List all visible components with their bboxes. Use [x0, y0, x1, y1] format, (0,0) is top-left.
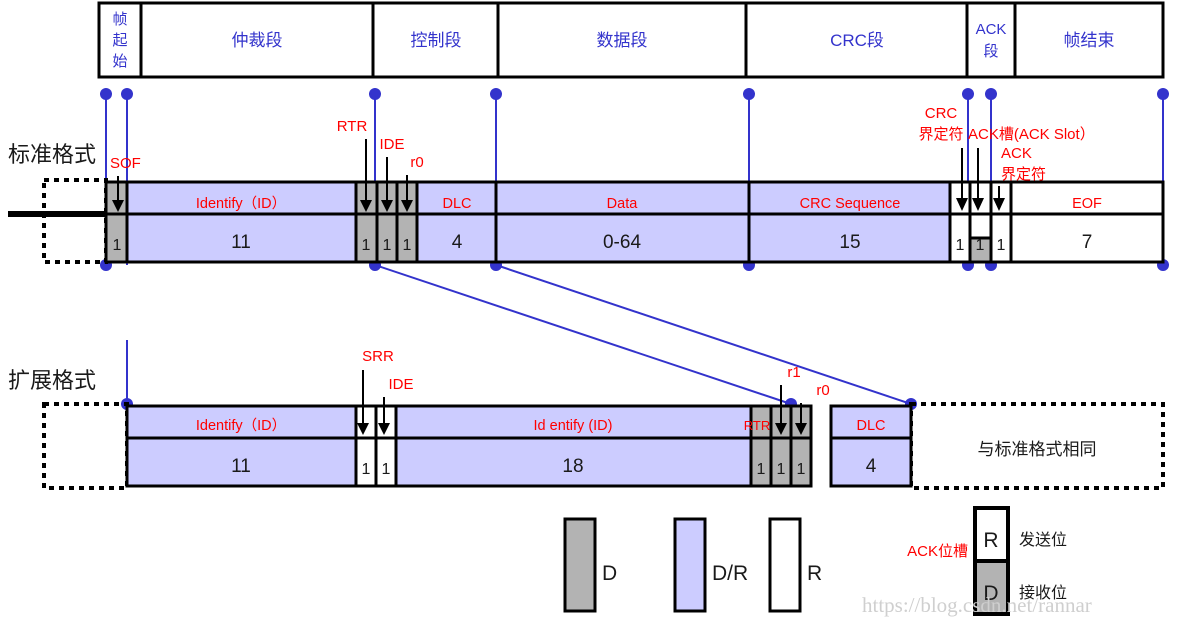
header-label-crc: CRC段: [830, 31, 884, 50]
ext-bit-count-srr: 1: [362, 461, 371, 478]
legend-bit-types: D D/R R: [563, 517, 822, 613]
extended-format-label: 扩展格式: [8, 368, 96, 393]
bit-count-ack-slot: 1: [976, 237, 985, 254]
diagonal-connector-lines: [121, 264, 917, 410]
connector-dot: [490, 88, 502, 100]
header-label-ack-line1: ACK: [976, 21, 1007, 38]
legend-swatch-dominant-recessive: [673, 517, 707, 613]
can-frame-diagram: 帧 起 始 仲裁段 控制段 数据段 CRC段 ACK 段 帧结束 标准格式 Id…: [0, 0, 1186, 624]
connector-dot: [962, 88, 974, 100]
header-label-control: 控制段: [411, 31, 462, 50]
callout-label-r0: r0: [410, 154, 423, 171]
ext-callout-label-r0: r0: [816, 382, 829, 399]
ext-field-ide-name-cell: [374, 404, 398, 440]
same-as-standard-text: 与标准格式相同: [978, 440, 1097, 459]
bit-count-r0: 1: [403, 237, 412, 254]
field-label-data: Data: [607, 196, 639, 212]
standard-format-label: 标准格式: [8, 142, 96, 167]
callout-label-crc-delim-line1: CRC: [925, 105, 958, 122]
header-label-data: 数据段: [597, 31, 648, 50]
header-label-arbitration: 仲裁段: [232, 31, 283, 50]
standard-bit-count-band: 1 11 1 1 1 4 0-64 15 1 1 1 7: [104, 212, 1165, 264]
legend-label-dominant: D: [602, 562, 617, 585]
callout-label-crc-delim-line2: 界定符: [918, 126, 963, 143]
extended-field-name-band: Identify（ID） Id entify (ID) RTR DLC: [125, 404, 913, 440]
idle-box-extended-left: [42, 402, 129, 490]
bit-count-id: 11: [231, 232, 251, 253]
ext-bit-count-r0: 1: [797, 461, 806, 478]
ext-callout-label-ide: IDE: [388, 376, 413, 393]
ext-field-label-rtr: RTR: [744, 418, 770, 433]
ext-field-label-dlc: DLC: [856, 418, 885, 434]
extended-format-row: 扩展格式 与标准格式相同 Identify（ID） Id entify (ID)…: [8, 348, 1165, 490]
legend-label-recessive: R: [807, 562, 822, 585]
bits-ack-slot-cell-top: [968, 212, 993, 240]
connector-dot: [369, 88, 381, 100]
callout-label-rtr: RTR: [337, 118, 368, 135]
bit-count-eof: 7: [1082, 232, 1093, 253]
ext-field-srr-name-cell: [354, 404, 378, 440]
callout-label-ide: IDE: [379, 136, 404, 153]
legend-ack-slot-label: ACK位槽: [907, 543, 968, 560]
ext-field-label-id18: Id entify (ID): [534, 418, 613, 434]
ext-callout-label-srr: SRR: [362, 348, 394, 365]
ext-field-label-id11: Identify（ID）: [196, 417, 286, 434]
ext-bit-count-id18: 18: [562, 456, 583, 477]
header-label-ack-line2: 段: [983, 43, 998, 60]
ext-bit-count-ide: 1: [382, 461, 391, 478]
header-label-sof-line2: 起: [112, 32, 127, 49]
ext-bit-count-rtr: 1: [757, 461, 766, 478]
segment-header-bar: 帧 起 始 仲裁段 控制段 数据段 CRC段 ACK 段 帧结束: [97, 1, 1165, 79]
ext-bit-count-id11: 11: [231, 456, 251, 477]
bit-count-crc: 15: [839, 232, 860, 253]
header-label-sof-line1: 帧: [112, 11, 127, 28]
bit-count-data: 0-64: [603, 232, 641, 253]
connector-dot: [100, 88, 112, 100]
bit-count-ack-delim: 1: [997, 237, 1006, 254]
bit-count-dlc: 4: [452, 232, 463, 253]
bit-count-crc-delim: 1: [956, 237, 965, 254]
extended-bit-count-band: 11 1 1 18 1 1 1 4: [125, 436, 913, 488]
field-label-id: Identify（ID）: [196, 195, 286, 212]
callout-label-ack-slot: ACK槽(ACK Slot）: [968, 126, 1095, 143]
bit-count-ide: 1: [383, 237, 392, 254]
field-label-dlc: DLC: [442, 196, 471, 212]
idle-box-standard-left: [42, 178, 108, 264]
legend-ack-slot-transmit-glyph: R: [983, 529, 998, 552]
legend-ack-slot-transmit-text: 发送位: [1019, 531, 1067, 549]
callout-label-ack-delim-line2: 界定符: [1001, 166, 1046, 183]
field-sof-name-cell: [104, 180, 129, 216]
callout-label-ack-delim-line1: ACK: [1001, 145, 1032, 162]
bit-count-rtr: 1: [362, 237, 371, 254]
bit-count-sof: 1: [113, 237, 122, 254]
ext-callout-label-r1: r1: [787, 364, 800, 381]
legend-label-dominant-recessive: D/R: [712, 562, 748, 585]
connector-dot: [121, 88, 133, 100]
header-label-sof-line3: 始: [112, 53, 127, 70]
legend-swatch-dominant: [563, 517, 597, 613]
callout-label-sof: SOF: [110, 155, 141, 172]
watermark-text: https://blog.csdn.net/rannar: [862, 593, 1092, 617]
diagram-canvas: 帧 起 始 仲裁段 控制段 数据段 CRC段 ACK 段 帧结束 标准格式 Id…: [8, 1, 1169, 617]
connector-dot: [1157, 88, 1169, 100]
header-cell-ack: [965, 1, 1017, 79]
connector-dot: [985, 88, 997, 100]
ext-bit-count-dlc: 4: [866, 456, 877, 477]
ext-bit-count-r1: 1: [777, 461, 786, 478]
connector-dot: [743, 88, 755, 100]
field-label-crc-sequence: CRC Sequence: [800, 196, 901, 212]
legend-swatch-recessive: [768, 517, 802, 613]
standard-format-row: 标准格式 Identify（ID） DLC Data CRC Sequence …: [8, 105, 1165, 264]
header-label-eof: 帧结束: [1064, 31, 1115, 50]
field-label-eof: EOF: [1072, 196, 1102, 212]
